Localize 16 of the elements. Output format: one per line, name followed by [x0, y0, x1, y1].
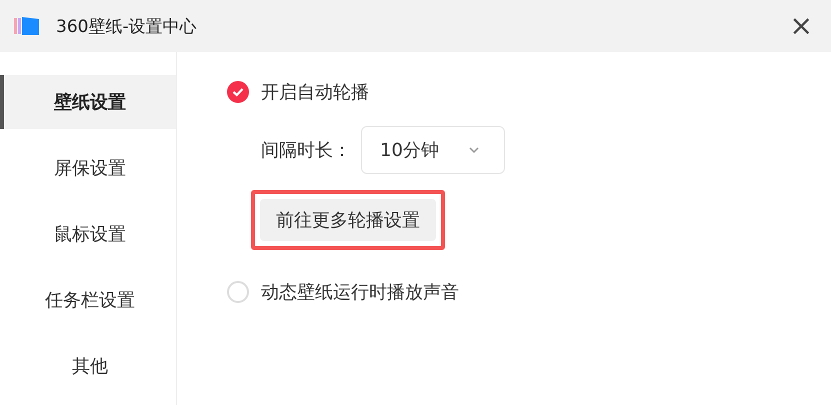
checkbox[interactable]: [227, 81, 249, 103]
close-button[interactable]: ×: [786, 12, 817, 40]
interval-label: 间隔时长：: [261, 139, 351, 162]
checkmark-icon: [232, 87, 244, 97]
sidebar-item[interactable]: 其他: [0, 339, 176, 393]
more-settings-button[interactable]: 前往更多轮播设置: [260, 199, 436, 241]
chevron-down-icon: [468, 146, 480, 154]
window-title: 360壁纸-设置中心: [56, 16, 198, 38]
sidebar-item[interactable]: 壁纸设置: [0, 75, 176, 129]
sidebar-item[interactable]: 屏保设置: [0, 141, 176, 195]
app-logo-icon: [14, 16, 42, 36]
interval-dropdown[interactable]: 10分钟: [361, 126, 505, 174]
checkbox-label: 动态壁纸运行时播放声音: [261, 281, 459, 304]
checkbox-label: 开启自动轮播: [261, 81, 369, 104]
sidebar-item[interactable]: 鼠标设置: [0, 207, 176, 261]
sidebar-item[interactable]: 任务栏设置: [0, 273, 176, 327]
